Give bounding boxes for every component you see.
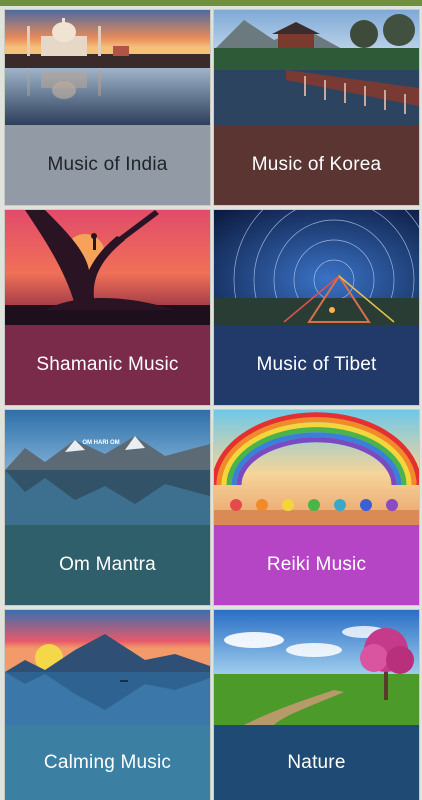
taj-mahal-sunset-image — [5, 10, 210, 125]
category-label: Music of Tibet — [214, 325, 419, 405]
category-card-music-of-tibet[interactable]: Music of Tibet — [214, 210, 419, 405]
image-caption: OM HARI OM — [82, 440, 119, 446]
sunset-mountain-lake-image — [5, 610, 210, 725]
blossom-tree-meadow-image — [214, 610, 419, 725]
category-card-om-mantra[interactable]: OM HARI OM Om Mantra — [5, 410, 210, 605]
mountain-lake-reflection-image: OM HARI OM — [5, 410, 210, 525]
category-label: Music of Korea — [214, 125, 419, 205]
category-label: Shamanic Music — [5, 325, 210, 405]
star-trails-prayer-flags-image — [214, 210, 419, 325]
category-label: Music of India — [5, 125, 210, 205]
category-card-music-of-korea[interactable]: Music of Korea — [214, 10, 419, 205]
category-label: Calming Music — [5, 725, 210, 800]
category-card-music-of-india[interactable]: Music of India — [5, 10, 210, 205]
category-card-reiki-music[interactable]: Reiki Music — [214, 410, 419, 605]
category-label: Nature — [214, 725, 419, 800]
korean-pavilion-bridge-image — [214, 10, 419, 125]
rainbow-lotus-image — [214, 410, 419, 525]
category-grid: Music of India Music of Korea Shamanic M… — [0, 6, 422, 800]
category-label: Reiki Music — [214, 525, 419, 605]
category-card-calming-music[interactable]: Calming Music — [5, 610, 210, 800]
category-card-shamanic-music[interactable]: Shamanic Music — [5, 210, 210, 405]
shaman-tree-silhouette-image — [5, 210, 210, 325]
category-card-nature[interactable]: Nature — [214, 610, 419, 800]
category-label: Om Mantra — [5, 525, 210, 605]
